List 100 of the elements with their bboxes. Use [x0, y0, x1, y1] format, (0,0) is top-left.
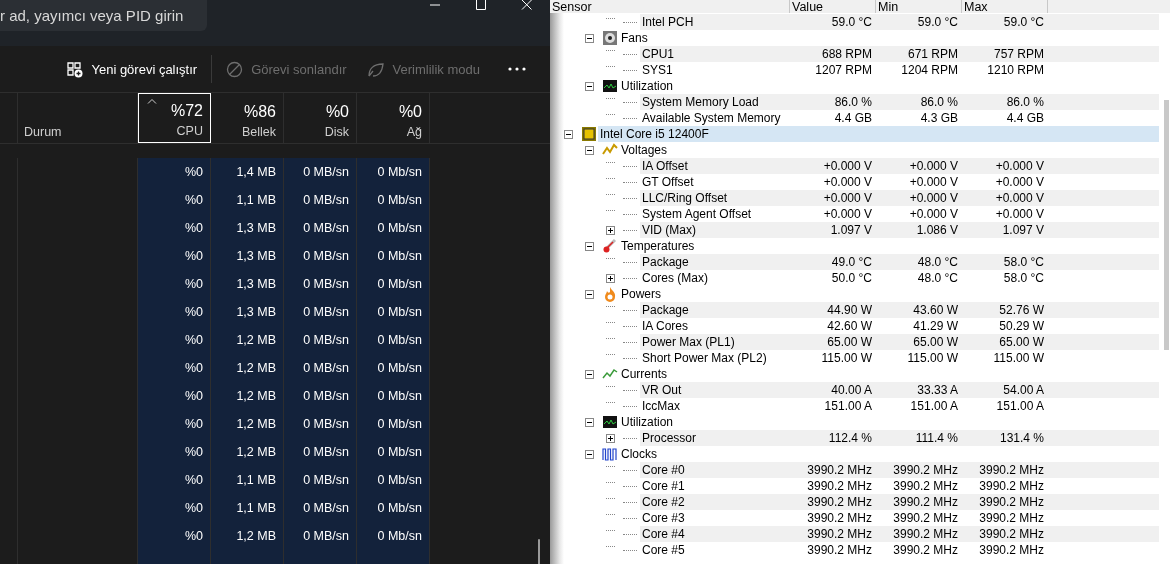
row-stripe[interactable]: LLC/Ring Offset +0.000 V +0.000 V +0.000 V — [640, 190, 1159, 206]
maximize-icon[interactable] — [475, 0, 487, 10]
row-background[interactable]: Utilization — [619, 78, 1159, 94]
row-background[interactable]: Short Power Max (PL2) 115.00 W 115.00 W 115.00 W — [640, 350, 1159, 366]
collapse-icon[interactable] — [585, 33, 594, 43]
table-cell: 0 MB/sn — [303, 501, 349, 515]
sensor-min: 151.00 A — [910, 399, 958, 413]
column-header[interactable]: %0 Disk — [284, 93, 357, 143]
table-cell: 0 Mb/sn — [377, 361, 422, 375]
expand-icon[interactable] — [606, 273, 615, 283]
row-background[interactable]: Fans — [619, 30, 1159, 46]
collapse-icon[interactable] — [564, 129, 573, 139]
column-header[interactable]: Value — [792, 1, 824, 13]
collapse-icon[interactable] — [585, 145, 594, 155]
table-cell: 1,4 MB — [236, 165, 276, 179]
sensor-value: 50.0 °C — [831, 271, 872, 285]
sensor-max: +0.000 V — [995, 191, 1044, 205]
fan-icon — [602, 30, 618, 46]
row-stripe[interactable]: Core #2 3990.2 MHz 3990.2 MHz 3990.2 MHz — [640, 494, 1159, 510]
sensor-value: 3990.2 MHz — [807, 495, 872, 509]
row-background[interactable]: Currents — [619, 366, 1159, 382]
table-cell: 1,1 MB — [236, 501, 276, 515]
sensor-value: +0.000 V — [823, 191, 872, 205]
sensor-min: 3990.2 MHz — [893, 527, 958, 541]
row-stripe[interactable]: Processor 112.4 % 111.4 % 131.4 % — [640, 430, 1159, 446]
row-stripe[interactable]: Intel PCH 59.0 °C 59.0 °C 59.0 °C — [640, 14, 1159, 30]
sensor-min: 48.0 °C — [917, 271, 958, 285]
row-background[interactable]: IA Cores 42.60 W 41.29 W 50.29 W — [640, 318, 1159, 334]
column-header[interactable]: Min — [878, 1, 899, 13]
sensor-name: Intel PCH — [642, 15, 694, 29]
row-stripe[interactable]: Package 49.0 °C 48.0 °C 58.0 °C — [640, 254, 1159, 270]
row-background[interactable]: Utilization — [619, 414, 1159, 430]
sensor-name: Available System Memory — [642, 111, 781, 125]
column-header[interactable]: %72 CPU — [138, 93, 211, 143]
column-header[interactable]: Max — [964, 1, 988, 13]
scrollbar-thumb[interactable] — [1164, 100, 1169, 350]
column-header[interactable]: %0 Ağ — [357, 93, 430, 143]
collapse-icon[interactable] — [585, 81, 594, 91]
row-background[interactable]: System Agent Offset +0.000 V +0.000 V +0.000 V — [640, 206, 1159, 222]
row-background[interactable]: Core #5 3990.2 MHz 3990.2 MHz 3990.2 MHz — [640, 542, 1159, 558]
expand-icon[interactable] — [606, 225, 615, 235]
sensor-value: 688 RPM — [821, 47, 872, 61]
collapse-icon[interactable] — [585, 289, 594, 299]
close-icon[interactable] — [521, 0, 533, 10]
table-cell: %0 — [184, 501, 203, 515]
table-cell: %0 — [184, 277, 203, 291]
column-label: CPU — [176, 124, 203, 138]
row-stripe[interactable]: IA Offset +0.000 V +0.000 V +0.000 V — [640, 158, 1159, 174]
row-background[interactable]: Available System Memory 4.4 GB 4.3 GB 4.4 GB — [640, 110, 1159, 126]
sensor-min: 1.086 V — [916, 223, 958, 237]
row-background[interactable]: IccMax 151.00 A 151.00 A 151.00 A — [640, 398, 1159, 414]
meter-icon — [602, 414, 618, 430]
row-background[interactable]: SYS1 1207 RPM 1204 RPM 1210 RPM — [640, 62, 1159, 78]
toolbar-button[interactable]: Yeni görevi çalıştır — [56, 54, 208, 84]
expand-icon[interactable] — [606, 433, 615, 443]
row-stripe[interactable]: Power Max (PL1) 65.00 W 65.00 W 65.00 W — [640, 334, 1159, 350]
column-header[interactable]: Durum — [18, 93, 138, 143]
sensor-max: 58.0 °C — [1003, 255, 1044, 269]
sensor-name: IA Offset — [642, 159, 688, 173]
column-header[interactable]: Sensor — [552, 1, 592, 13]
meter-icon — [602, 78, 618, 94]
table-cell: 0 Mb/sn — [377, 389, 422, 403]
collapse-icon[interactable] — [585, 369, 594, 379]
sensor-value: 3990.2 MHz — [807, 479, 872, 493]
row-background[interactable]: Temperatures — [619, 238, 1159, 254]
row-background[interactable]: Core #1 3990.2 MHz 3990.2 MHz 3990.2 MHz — [640, 478, 1159, 494]
row-stripe[interactable]: VR Out 40.00 A 33.33 A 54.00 A — [640, 382, 1159, 398]
sensor-max: 3990.2 MHz — [979, 495, 1044, 509]
selected-row[interactable]: Intel Core i5 12400F — [598, 126, 1159, 142]
row-stripe[interactable]: Package 44.90 W 43.60 W 52.76 W — [640, 302, 1159, 318]
column-label: Disk — [324, 125, 349, 139]
clock-icon — [602, 446, 618, 462]
row-stripe[interactable]: CPU1 688 RPM 671 RPM 757 RPM — [640, 46, 1159, 62]
row-background[interactable]: Clocks — [619, 446, 1159, 462]
column-header[interactable]: %86 Bellek — [211, 93, 284, 143]
tree-node-label: Utilization — [621, 415, 674, 429]
row-stripe[interactable]: VID (Max) 1.097 V 1.086 V 1.097 V — [640, 222, 1159, 238]
search-field[interactable]: r ad, yayımcı veya PID girin — [0, 0, 207, 31]
sensor-value: 49.0 °C — [831, 255, 872, 269]
sensor-name: VR Out — [642, 383, 682, 397]
row-background[interactable]: Cores (Max) 50.0 °C 48.0 °C 58.0 °C — [640, 270, 1159, 286]
row-background[interactable]: Powers — [619, 286, 1159, 302]
table-cell: 0 MB/sn — [303, 221, 349, 235]
sensor-min: +0.000 V — [909, 175, 958, 189]
sensor-name: VID (Max) — [642, 223, 696, 237]
row-background[interactable]: GT Offset +0.000 V +0.000 V +0.000 V — [640, 174, 1159, 190]
collapse-icon[interactable] — [585, 449, 594, 459]
row-background[interactable]: Voltages — [619, 142, 1159, 158]
column-label: Bellek — [241, 125, 276, 139]
sensor-name: Core #0 — [642, 463, 685, 477]
table-cell: 0 MB/sn — [303, 249, 349, 263]
collapse-icon[interactable] — [585, 241, 594, 251]
collapse-icon[interactable] — [585, 417, 594, 427]
row-stripe[interactable]: Core #0 3990.2 MHz 3990.2 MHz 3990.2 MHz — [640, 462, 1159, 478]
sensor-max: 3990.2 MHz — [979, 511, 1044, 525]
row-stripe[interactable]: Core #4 3990.2 MHz 3990.2 MHz 3990.2 MHz — [640, 526, 1159, 542]
sensor-value: 112.4 % — [828, 431, 872, 445]
row-stripe[interactable]: System Memory Load 86.0 % 86.0 % 86.0 % — [640, 94, 1159, 110]
row-background[interactable]: Core #3 3990.2 MHz 3990.2 MHz 3990.2 MHz — [640, 510, 1159, 526]
table-cell: 0 MB/sn — [303, 277, 349, 291]
